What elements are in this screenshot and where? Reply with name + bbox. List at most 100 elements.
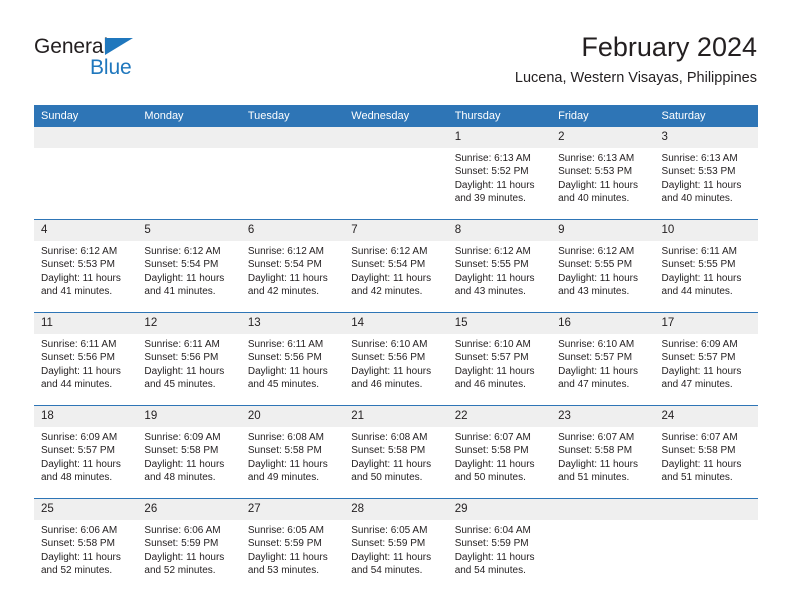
calendar-day-cell[interactable]: 19 Sunrise: 6:09 AM Sunset: 5:58 PM Dayligh… [137,405,241,499]
calendar-day-cell[interactable]: 4 Sunrise: 6:12 AM Sunset: 5:53 PM Daylight… [34,219,138,313]
day-number: 25 [34,499,138,520]
daylight-text-line2: and 48 minutes. [144,472,216,484]
calendar-day-cell[interactable]: 7 Sunrise: 6:12 AM Sunset: 5:54 PM Daylight… [344,219,448,313]
calendar-day-cell[interactable]: 11 Sunrise: 6:11 AM Sunset: 5:56 PM Dayligh… [34,312,138,406]
calendar-day-cell[interactable]: 12 Sunrise: 6:11 AM Sunset: 5:56 PM Dayligh… [137,312,241,406]
day-number: 29 [447,499,552,520]
calendar-day-cell[interactable]: 3 Sunrise: 6:13 AM Sunset: 5:53 PM Daylight… [654,127,758,220]
day-number: 3 [654,127,758,148]
sunrise-text: Sunrise: 6:12 AM [558,246,635,257]
calendar-week-row: 18 Sunrise: 6:09 AM Sunset: 5:57 PM Dayligh… [34,405,758,499]
calendar-day-cell[interactable]: 22 Sunrise: 6:07 AM Sunset: 5:58 PM Dayligh… [447,405,552,499]
calendar-day-cell[interactable]: 14 Sunrise: 6:10 AM Sunset: 5:56 PM Dayligh… [344,312,448,406]
day-number: 20 [240,406,345,427]
sunrise-text: Sunrise: 6:12 AM [144,246,221,257]
day-details: Sunrise: 6:10 AM Sunset: 5:56 PM Daylight:… [344,334,447,392]
sunrise-text: Sunrise: 6:06 AM [144,525,221,536]
sunrise-text: Sunrise: 6:12 AM [454,246,531,257]
daylight-text-line1: Daylight: 11 hours [454,365,535,377]
daylight-text-line2: and 54 minutes. [454,565,526,577]
sunset-text: Sunset: 5:55 PM [661,259,736,271]
calendar-day-cell[interactable]: 29 Sunrise: 6:04 AM Sunset: 5:59 PM Dayligh… [447,498,552,591]
day-number: 24 [654,406,758,427]
calendar-day-cell[interactable]: 16 Sunrise: 6:10 AM Sunset: 5:57 PM Dayligh… [551,312,655,406]
daylight-text-line1: Daylight: 11 hours [558,458,638,470]
daylight-text-line2: and 47 minutes. [558,379,630,391]
calendar-day-cell[interactable]: 13 Sunrise: 6:11 AM Sunset: 5:56 PM Dayligh… [240,312,345,406]
calendar-day-cell[interactable]: 8 Sunrise: 6:12 AM Sunset: 5:55 PM Daylight… [447,219,552,313]
calendar-week-row: 4 Sunrise: 6:12 AM Sunset: 5:53 PM Daylight… [34,219,758,313]
day-number: 14 [344,313,448,334]
calendar-day-cell[interactable]: 2 Sunrise: 6:13 AM Sunset: 5:53 PM Daylight… [551,127,655,220]
daylight-text-line2: and 46 minutes. [351,379,423,391]
day-details: Sunrise: 6:08 AM Sunset: 5:58 PM Daylight:… [241,427,344,485]
weekday-header-friday: Friday [551,105,655,127]
calendar-day-cell[interactable]: 26 Sunrise: 6:06 AM Sunset: 5:59 PM Dayligh… [137,498,241,591]
calendar-day-cell[interactable]: 27 Sunrise: 6:05 AM Sunset: 5:59 PM Dayligh… [240,498,345,591]
calendar-day-cell[interactable]: 5 Sunrise: 6:12 AM Sunset: 5:54 PM Daylight… [137,219,241,313]
day-details: Sunrise: 6:07 AM Sunset: 5:58 PM Daylight:… [655,427,758,485]
sunrise-sunset-calendar: Sunday Monday Tuesday Wednesday Thursday… [34,105,758,591]
calendar-day-cell[interactable]: 9 Sunrise: 6:12 AM Sunset: 5:55 PM Daylight… [551,219,655,313]
daylight-text-line1: Daylight: 11 hours [661,179,742,191]
calendar-day-cell[interactable]: 23 Sunrise: 6:07 AM Sunset: 5:58 PM Dayligh… [551,405,655,499]
sunset-text: Sunset: 5:54 PM [247,259,322,271]
day-number: 18 [34,406,138,427]
calendar-page: General Blue February 2024 Lucena, Weste… [0,0,792,612]
sunset-text: Sunset: 5:59 PM [351,538,426,550]
daylight-text-line2: and 44 minutes. [661,286,733,298]
day-number [551,499,655,520]
calendar-day-cell[interactable]: 18 Sunrise: 6:09 AM Sunset: 5:57 PM Dayligh… [34,405,138,499]
day-details: Sunrise: 6:13 AM Sunset: 5:52 PM Daylight:… [448,148,551,206]
sunset-text: Sunset: 5:54 PM [351,259,426,271]
day-number: 5 [137,220,241,241]
calendar-week-row: 1 Sunrise: 6:13 AM Sunset: 5:52 PM Daylight… [34,127,758,220]
daylight-text-line2: and 54 minutes. [351,565,423,577]
page-header: General Blue February 2024 Lucena, Weste… [0,0,792,100]
calendar-day-cell[interactable]: 15 Sunrise: 6:10 AM Sunset: 5:57 PM Dayligh… [447,312,552,406]
calendar-day-cell[interactable]: 17 Sunrise: 6:09 AM Sunset: 5:57 PM Dayligh… [654,312,758,406]
day-number: 16 [551,313,655,334]
calendar-day-cell[interactable]: 20 Sunrise: 6:08 AM Sunset: 5:58 PM Dayligh… [240,405,345,499]
day-details: Sunrise: 6:11 AM Sunset: 5:55 PM Daylight:… [655,241,758,299]
sunrise-text: Sunrise: 6:09 AM [144,432,221,443]
daylight-text-line1: Daylight: 11 hours [558,179,638,191]
day-number [654,499,758,520]
calendar-day-cell[interactable]: 6 Sunrise: 6:12 AM Sunset: 5:54 PM Daylight… [240,219,345,313]
sunset-text: Sunset: 5:57 PM [558,352,633,364]
daylight-text-line1: Daylight: 11 hours [41,272,121,284]
calendar-day-cell[interactable]: 28 Sunrise: 6:05 AM Sunset: 5:59 PM Dayligh… [344,498,448,591]
daylight-text-line2: and 50 minutes. [351,472,423,484]
calendar-day-cell[interactable]: 25 Sunrise: 6:06 AM Sunset: 5:58 PM Dayligh… [34,498,138,591]
day-details: Sunrise: 6:06 AM Sunset: 5:58 PM Daylight:… [34,520,137,578]
calendar-day-cell[interactable]: 1 Sunrise: 6:13 AM Sunset: 5:52 PM Daylight… [447,127,552,220]
sunrise-text: Sunrise: 6:05 AM [247,525,324,536]
daylight-text-line2: and 48 minutes. [41,472,113,484]
day-details: Sunrise: 6:10 AM Sunset: 5:57 PM Daylight:… [448,334,551,392]
daylight-text-line2: and 46 minutes. [454,379,526,391]
day-number: 26 [137,499,241,520]
sunrise-text: Sunrise: 6:09 AM [41,432,118,443]
day-details: Sunrise: 6:11 AM Sunset: 5:56 PM Daylight:… [137,334,240,392]
calendar-day-cell-empty [240,127,345,220]
sunset-text: Sunset: 5:57 PM [454,352,529,364]
daylight-text-line2: and 51 minutes. [661,472,733,484]
day-number: 28 [344,499,448,520]
day-number: 21 [344,406,448,427]
daylight-text-line1: Daylight: 11 hours [351,365,432,377]
calendar-header-row: Sunday Monday Tuesday Wednesday Thursday… [34,105,758,127]
day-number: 13 [240,313,345,334]
calendar-day-cell[interactable]: 21 Sunrise: 6:08 AM Sunset: 5:58 PM Dayligh… [344,405,448,499]
daylight-text-line2: and 41 minutes. [41,286,113,298]
day-details: Sunrise: 6:07 AM Sunset: 5:58 PM Daylight:… [551,427,654,485]
sunset-text: Sunset: 5:58 PM [558,445,633,457]
weekday-header-wednesday: Wednesday [344,105,448,127]
day-details: Sunrise: 6:09 AM Sunset: 5:57 PM Daylight:… [655,334,758,392]
weekday-header-tuesday: Tuesday [240,105,345,127]
calendar-day-cell[interactable]: 10 Sunrise: 6:11 AM Sunset: 5:55 PM Dayligh… [654,219,758,313]
sunrise-text: Sunrise: 6:10 AM [558,339,635,350]
calendar-day-cell[interactable]: 24 Sunrise: 6:07 AM Sunset: 5:58 PM Dayligh… [654,405,758,499]
day-details: Sunrise: 6:04 AM Sunset: 5:59 PM Daylight:… [448,520,551,578]
sunset-text: Sunset: 5:58 PM [41,538,115,550]
day-number: 17 [654,313,758,334]
